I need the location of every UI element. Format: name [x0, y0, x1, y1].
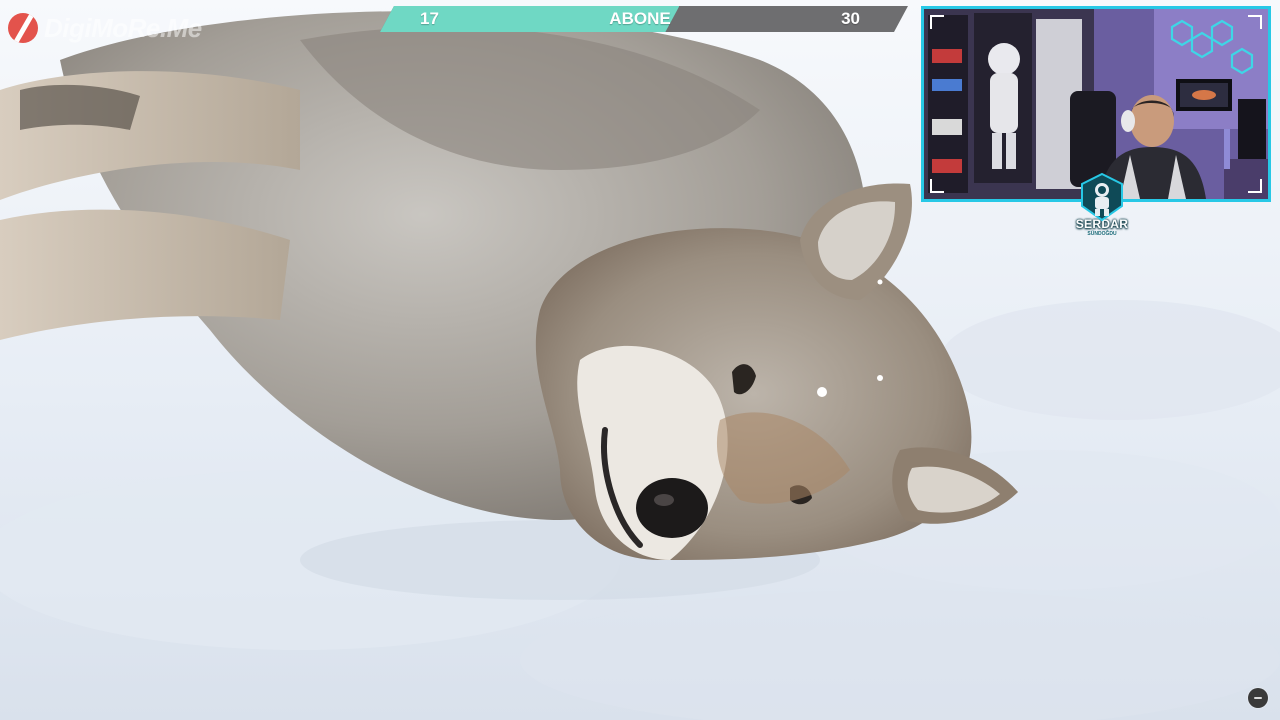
goal-target-count: 30 — [841, 9, 860, 28]
frame-corner-top-left — [930, 15, 944, 29]
watermark-text: DigiMoRe.Me — [44, 12, 202, 43]
stream-frame: DigiMoRe.Me 17 ABONE 30 SERDAR SÜNDOĞDU — [0, 0, 1280, 720]
astronaut-icon — [1078, 172, 1126, 222]
channel-watermark: DigiMoRe.Me — [8, 10, 202, 46]
subscriber-goal-bar: 17 ABONE 30 — [380, 6, 908, 32]
frame-corner-top-right — [1248, 15, 1262, 29]
badge-subtitle: SÜNDOĞDU — [1087, 231, 1117, 237]
minus-circle-icon[interactable] — [1248, 688, 1268, 708]
frame-corner-bottom-left — [930, 179, 944, 193]
goal-label: ABONE — [609, 9, 671, 28]
webcam-feed — [924, 9, 1268, 199]
slash-circle-logo-icon — [8, 13, 38, 43]
frame-corner-bottom-right — [1248, 179, 1262, 193]
streamer-badge: SERDAR SÜNDOĞDU — [1070, 172, 1134, 246]
